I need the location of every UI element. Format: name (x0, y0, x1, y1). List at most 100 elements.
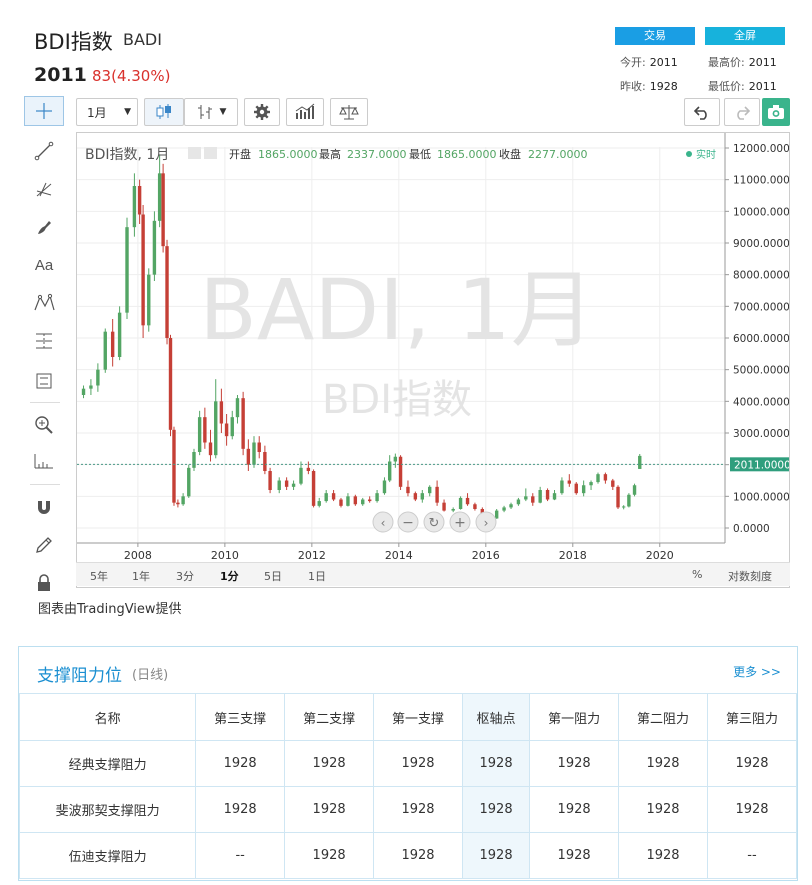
timeframe-3m[interactable]: 3分 (176, 568, 194, 584)
table-row: 经典支撑阻力 1928 1928 1928 1928 1928 1928 192… (18, 740, 797, 787)
table-cell: 1928 (529, 740, 620, 787)
candle-body (428, 486, 432, 494)
candle-body (306, 467, 311, 471)
legend-symbol: BDI指数, 1月 (85, 147, 169, 163)
undo-icon (693, 106, 707, 120)
row-name: 经典支撑阻力 (18, 740, 197, 787)
timeframe-5d[interactable]: 5日 (264, 568, 282, 584)
settings-button[interactable] (244, 98, 280, 126)
sr-table: 名称 第三支撑 第二支撑 第一支撑 枢轴点 第一阻力 第二阻力 第三阻力 经典支… (18, 693, 797, 879)
candle-body (367, 499, 372, 502)
undo-button[interactable] (684, 98, 720, 126)
zoom-in-icon[interactable] (24, 410, 64, 440)
timeframe-1m[interactable]: 1分 (220, 568, 239, 584)
measure-icon[interactable] (24, 446, 64, 476)
pitchfork-icon[interactable] (24, 174, 64, 204)
sr-more-link[interactable]: 更多 >> (733, 663, 781, 680)
percent-scale-toggle[interactable]: % (692, 568, 702, 581)
timeframe-5y[interactable]: 5年 (90, 568, 108, 584)
table-header: 名称 (18, 693, 197, 741)
instrument-code: BADI (123, 30, 162, 49)
candle-body (545, 490, 550, 500)
indicators-button[interactable] (286, 98, 324, 126)
timeframe-1y[interactable]: 1年 (132, 568, 150, 584)
timeframe-1d[interactable]: 1日 (308, 568, 326, 584)
crosshair-icon[interactable] (24, 96, 64, 126)
legend-settings-icon[interactable] (204, 147, 217, 159)
legend-hide-icon[interactable] (188, 147, 201, 159)
bar-type-select[interactable]: ▼ (184, 98, 238, 126)
y-tick-label: 4000.0000 (733, 396, 789, 408)
pencil-lock-icon[interactable] (24, 530, 64, 560)
sr-title: 支撑阻力位 (37, 666, 122, 686)
candle-body (361, 499, 365, 505)
lock-icon[interactable] (24, 568, 64, 598)
camera-icon (768, 105, 784, 119)
candle-body (161, 173, 165, 247)
candle-body (413, 493, 418, 500)
interval-select[interactable]: 1月 ▼ (76, 98, 138, 126)
y-tick-label: 3000.0000 (733, 428, 789, 440)
y-tick-label: 12000.0000 (733, 143, 789, 155)
candle-body (117, 312, 122, 357)
candle-body (311, 471, 316, 506)
candle-body (627, 494, 631, 507)
fib-retracement-icon[interactable] (24, 326, 64, 356)
table-cell: -- (707, 832, 797, 879)
candle-body (137, 186, 142, 215)
quote-prev-close: 昨收: 1928 (620, 80, 678, 93)
table-row: 伍迪支撑阻力 -- 1928 1928 1928 1928 1928 -- (18, 832, 797, 879)
pattern-icon[interactable] (24, 288, 64, 318)
sr-subtitle: (日线) (132, 668, 169, 683)
drawing-toolbar: Aa (24, 96, 66, 591)
chart-navigation: ‹ − ↻ + › (372, 511, 497, 533)
candle-body (346, 496, 350, 506)
candle-body (268, 471, 272, 490)
text-tool-icon[interactable]: Aa (24, 250, 64, 280)
candle-body (81, 388, 86, 395)
candle-body (187, 467, 191, 497)
candle-body (596, 474, 600, 483)
table-cell: 1928 (707, 786, 797, 833)
trade-button[interactable]: 交易 (615, 27, 695, 45)
scales-icon (339, 105, 359, 120)
x-tick-label: 2014 (385, 549, 413, 562)
candle-body (560, 480, 564, 494)
log-scale-toggle[interactable]: 对数刻度 (728, 568, 772, 584)
candle-body (603, 474, 608, 481)
legend-open-value: 1865.0000 (258, 148, 318, 161)
candle-body (353, 496, 358, 505)
candle-body (208, 442, 213, 456)
snapshot-button[interactable] (762, 98, 790, 126)
fullscreen-button[interactable]: 全屏 (705, 27, 785, 45)
legend-low-value: 1865.0000 (437, 148, 497, 161)
price-chart[interactable]: BADI, 1月 BDI指数 0.00001000.00002000.00003… (77, 133, 789, 587)
candle-body (324, 493, 328, 502)
redo-button[interactable] (724, 98, 760, 126)
candlestick-type-button[interactable] (144, 98, 184, 126)
candle-body (420, 493, 425, 500)
table-header: 枢轴点 (461, 693, 531, 741)
y-tick-label: 9000.0000 (733, 238, 789, 250)
chevron-down-icon: ▼ (219, 107, 227, 117)
candle-body (638, 455, 642, 469)
candle-body (252, 442, 256, 465)
compare-button[interactable] (330, 98, 368, 126)
brush-icon[interactable] (24, 212, 64, 242)
table-cell: -- (195, 832, 286, 879)
tradingview-credit[interactable]: 图表由TradingView提供 (38, 598, 182, 617)
x-tick-label: 2020 (646, 549, 674, 562)
candlestick-icon (156, 104, 171, 119)
chart-area[interactable]: BADI, 1月 BDI指数 0.00001000.00002000.00003… (76, 132, 790, 588)
candle-body (465, 497, 470, 505)
candle-body (257, 442, 261, 452)
candle-body (168, 338, 173, 430)
table-header: 第三支撑 (195, 693, 286, 741)
magnet-icon[interactable] (24, 492, 64, 522)
trend-line-icon[interactable] (24, 136, 64, 166)
ruler-icon[interactable] (24, 366, 64, 396)
x-tick-label: 2012 (298, 549, 326, 562)
legend-low-label: 最低 (409, 148, 431, 161)
table-cell: 1928 (373, 832, 463, 879)
quote-open: 今开: 2011 (620, 56, 678, 69)
